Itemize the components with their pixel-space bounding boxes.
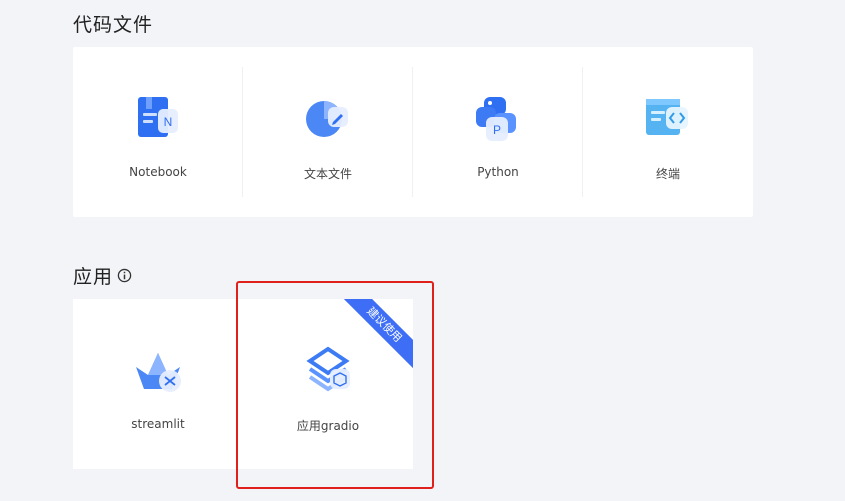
card-text-file-label: 文本文件 [303,167,352,181]
section-title-apps: 应用 [73,262,132,289]
card-python[interactable]: P Python [413,47,583,217]
card-notebook-label: Notebook [129,165,187,179]
terminal-icon [646,99,688,135]
text-file-icon [306,101,348,137]
python-icon: P [476,97,516,141]
app-cards: streamlit 应用gradio 建议使用 [73,299,413,469]
card-gradio-label: 应用gradio [296,419,360,433]
svg-text:N: N [164,115,173,129]
card-python-label: Python [477,165,519,179]
recommended-badge: 建议使用 [343,299,413,369]
section-title-code-text: 代码文件 [73,14,154,36]
svg-text:P: P [493,123,501,137]
card-streamlit[interactable]: streamlit [73,299,243,469]
card-terminal-label: 终端 [655,167,680,181]
card-terminal[interactable]: 终端 [583,47,753,217]
streamlit-icon [136,353,181,392]
card-text-file[interactable]: 文本文件 [243,47,413,217]
recommended-ribbon: 建议使用 [343,299,413,369]
card-streamlit-label: streamlit [131,417,185,431]
section-title-apps-text: 应用 [73,266,114,288]
section-title-code: 代码文件 [73,10,153,37]
card-notebook[interactable]: N Notebook [73,47,243,217]
notebook-icon: N [138,97,178,137]
code-file-cards: N Notebook 文本文件 P Python 终端 [73,47,753,217]
info-icon[interactable] [117,268,132,283]
card-gradio[interactable]: 应用gradio 建议使用 [243,299,413,469]
